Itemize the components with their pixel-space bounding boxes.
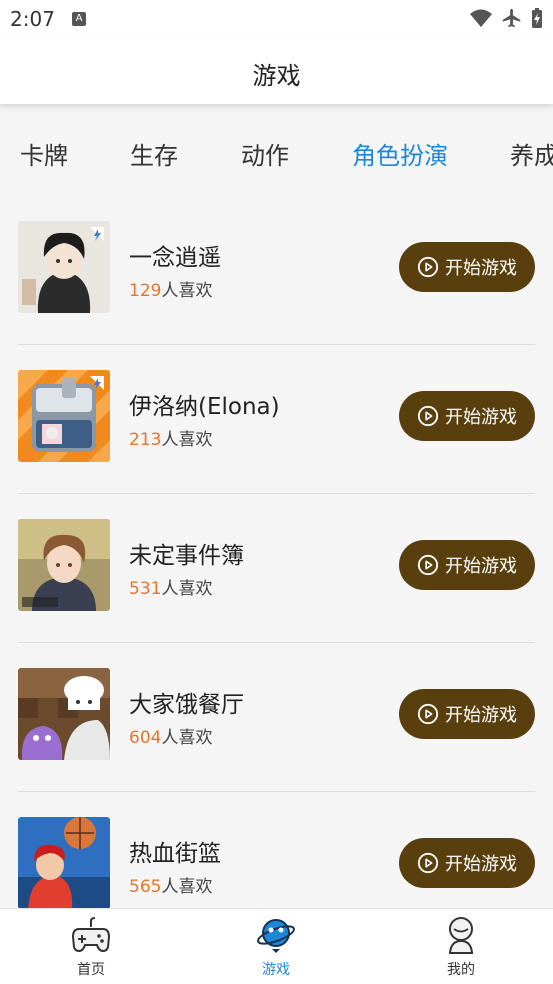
category-tabs: 卡牌 生存 动作 角色扮演 养成 [0, 104, 553, 196]
game-thumbnail[interactable] [18, 817, 110, 908]
gamepad-icon [71, 917, 111, 953]
game-likes: 129人喜欢 [129, 276, 212, 301]
game-name: 热血街篮 [129, 841, 221, 867]
tab-roleplay[interactable]: 角色扮演 [352, 136, 448, 171]
game-item[interactable]: 伊洛纳(Elona) 213人喜欢 开始游戏 [0, 345, 553, 494]
start-game-button[interactable]: 开始游戏 [399, 242, 535, 292]
start-game-button[interactable]: 开始游戏 [399, 689, 535, 739]
wifi-icon [470, 9, 492, 27]
bottom-nav: 首页 游戏 我的 [0, 908, 553, 984]
game-likes: 604人喜欢 [129, 723, 212, 748]
likes-suffix: 人喜欢 [161, 728, 213, 748]
likes-suffix: 人喜欢 [161, 579, 213, 599]
battery-icon [532, 8, 542, 28]
airplane-icon [502, 8, 521, 28]
start-game-button[interactable]: 开始游戏 [399, 540, 535, 590]
likes-count: 604 [129, 728, 162, 748]
game-thumbnail[interactable] [18, 668, 110, 760]
status-bar: 2:07 A [0, 0, 553, 38]
status-time: 2:07 [10, 7, 55, 31]
game-item[interactable]: 一念逍遥 129人喜欢 开始游戏 [0, 196, 553, 345]
start-game-label: 开始游戏 [445, 258, 517, 279]
game-thumbnail[interactable] [18, 519, 110, 611]
tab-survival[interactable]: 生存 [130, 136, 178, 171]
tab-action[interactable]: 动作 [241, 136, 289, 171]
nav-games-label: 游戏 [262, 962, 290, 978]
start-game-button[interactable]: 开始游戏 [399, 838, 535, 888]
likes-suffix: 人喜欢 [161, 281, 213, 301]
start-game-label: 开始游戏 [445, 705, 517, 726]
game-likes: 565人喜欢 [129, 872, 212, 897]
game-item[interactable]: 大家饿餐厅 604人喜欢 开始游戏 [0, 643, 553, 792]
game-list: 一念逍遥 129人喜欢 开始游戏 伊洛纳(Elona) 213人喜欢 开始游戏 … [0, 196, 553, 908]
game-name: 一念逍遥 [129, 245, 221, 271]
game-item[interactable]: 未定事件簿 531人喜欢 开始游戏 [0, 494, 553, 643]
game-thumbnail[interactable] [18, 370, 110, 462]
play-circle-icon [417, 852, 439, 874]
play-circle-icon [417, 256, 439, 278]
game-likes: 531人喜欢 [129, 574, 212, 599]
planet-icon [257, 919, 295, 953]
play-circle-icon [417, 405, 439, 427]
start-game-button[interactable]: 开始游戏 [399, 391, 535, 441]
tab-card[interactable]: 卡牌 [20, 136, 68, 171]
start-game-label: 开始游戏 [445, 556, 517, 577]
game-name: 伊洛纳(Elona) [129, 394, 280, 420]
user-icon [448, 917, 474, 954]
notification-a-icon: A [72, 12, 86, 26]
tab-raising[interactable]: 养成 [510, 136, 553, 171]
app-bar: 游戏 [0, 38, 553, 104]
game-thumbnail[interactable] [18, 221, 110, 313]
likes-count: 129 [129, 281, 162, 301]
likes-count: 213 [129, 430, 162, 450]
status-icons [469, 6, 543, 30]
play-circle-icon [417, 554, 439, 576]
likes-suffix: 人喜欢 [161, 877, 213, 897]
start-game-label: 开始游戏 [445, 854, 517, 875]
likes-count: 531 [129, 579, 162, 599]
game-name: 未定事件簿 [129, 543, 244, 569]
nav-mine-label: 我的 [447, 962, 475, 978]
likes-count: 565 [129, 877, 162, 897]
likes-suffix: 人喜欢 [161, 430, 213, 450]
game-likes: 213人喜欢 [129, 425, 212, 450]
game-name: 大家饿餐厅 [129, 692, 244, 718]
nav-mine[interactable]: 我的 [406, 915, 516, 984]
game-item[interactable]: 热血街篮 565人喜欢 开始游戏 [0, 792, 553, 908]
nav-home[interactable]: 首页 [36, 915, 146, 984]
nav-home-label: 首页 [77, 962, 105, 978]
play-circle-icon [417, 703, 439, 725]
start-game-label: 开始游戏 [445, 407, 517, 428]
nav-games[interactable]: 游戏 [221, 915, 331, 984]
page-title: 游戏 [252, 62, 301, 90]
